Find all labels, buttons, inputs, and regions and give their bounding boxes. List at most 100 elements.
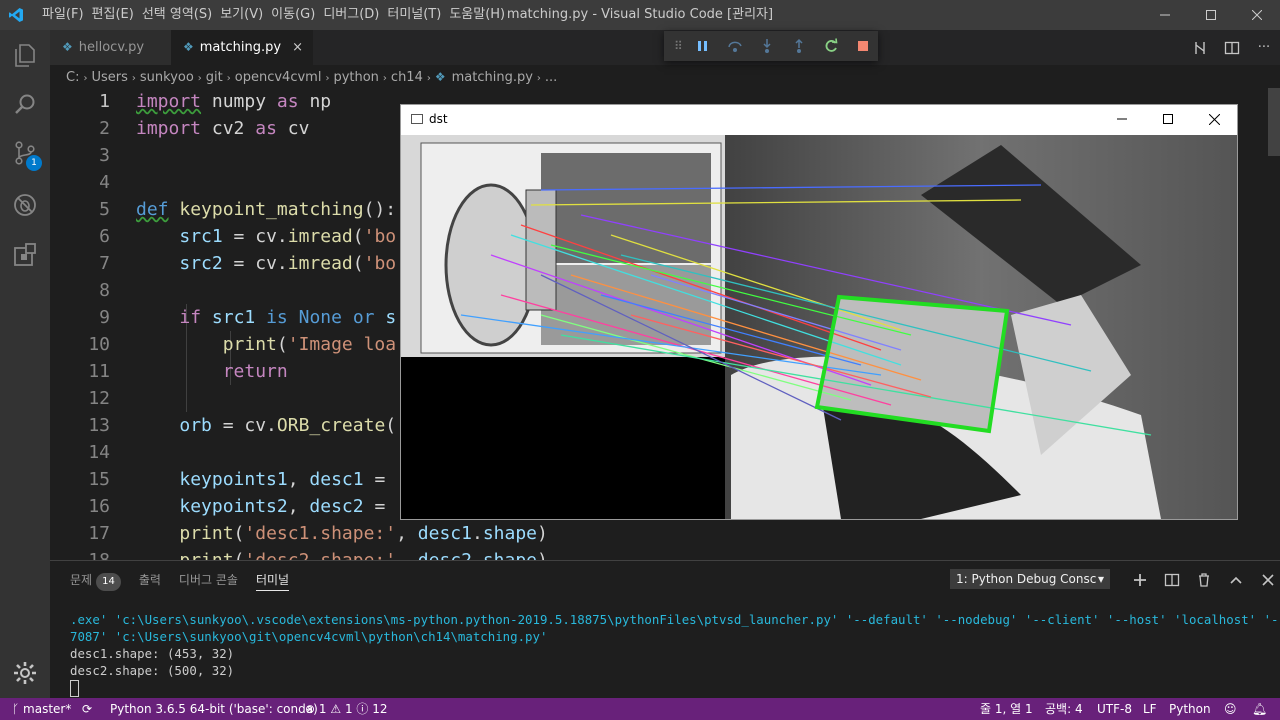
scm-badge: 1 (26, 155, 42, 171)
menu-help[interactable]: 도움말(H) (449, 0, 512, 30)
code-token: , (287, 496, 310, 517)
restart-button[interactable] (821, 36, 841, 56)
problems-count-badge: 14 (96, 573, 121, 591)
stop-button[interactable] (853, 36, 873, 56)
bottom-panel: 문제 14 출력 디버그 콘솔 터미널 1: Python Debug Consc… (50, 560, 1280, 699)
terminal-line: .exe' 'c:\Users\sunkyoo\.vscode\extensio… (70, 612, 1280, 627)
activity-bar: 1 (0, 30, 50, 698)
menu-edit[interactable]: 편집(E) (92, 0, 141, 30)
code-token: desc2 (418, 550, 472, 560)
panel-tab-problems[interactable]: 문제 14 (70, 571, 121, 591)
breadcrumb-item[interactable]: sunkyoo (140, 70, 194, 85)
editor-scrollbar[interactable] (1266, 88, 1280, 560)
trash-icon[interactable] (1188, 569, 1220, 591)
breadcrumb-item[interactable]: opencv4cvml (235, 70, 322, 85)
cursor-position[interactable]: 줄 1, 열 1 (980, 698, 1033, 720)
step-over-button[interactable] (725, 36, 745, 56)
terminal-line: desc1.shape: (453, 32) (70, 646, 235, 661)
code-token: ( (233, 523, 245, 544)
info-icon: ⓘ (356, 702, 369, 716)
split-editor-icon[interactable] (1216, 30, 1248, 65)
code-token: 'Image loa (287, 334, 397, 355)
code-token: print (179, 550, 233, 560)
code-token: = cv. (222, 226, 288, 247)
line-number: 5 (99, 199, 110, 220)
cv-maximize-button[interactable] (1145, 105, 1191, 133)
code-token: numpy (211, 91, 267, 112)
menu-selection[interactable]: 선택 영역(S) (142, 0, 219, 30)
tab-matching[interactable]: ❖ matching.py × (171, 30, 313, 65)
code-token: src1 (179, 226, 223, 247)
step-out-icon (795, 38, 803, 53)
close-icon (1208, 113, 1220, 125)
panel-tab-output[interactable]: 출력 (139, 571, 161, 591)
opencv-titlebar[interactable]: dst (401, 105, 1237, 135)
menu-debug[interactable]: 디버그(D) (323, 0, 386, 30)
menu-view[interactable]: 보기(V) (220, 0, 270, 30)
settings-gear-icon[interactable] (12, 660, 38, 686)
maximize-button[interactable] (1188, 0, 1234, 30)
breadcrumb-item[interactable]: git (206, 70, 223, 85)
close-panel-icon[interactable] (1252, 569, 1280, 591)
tab-hellocv[interactable]: ❖ hellocv.py (50, 30, 182, 65)
breadcrumb-item[interactable]: ... (545, 70, 557, 85)
cv-minimize-button[interactable] (1099, 105, 1145, 133)
terminal-select[interactable]: 1: Python Debug Consc ▾ (950, 569, 1110, 589)
pause-button[interactable] (693, 36, 713, 56)
close-button[interactable] (1234, 0, 1280, 30)
python-interpreter[interactable]: Python 3.6.5 64-bit ('base': conda) (110, 698, 318, 720)
branch-name: master* (23, 702, 72, 716)
notifications-bell-icon[interactable]: 🔔︎ (1252, 698, 1267, 720)
menu-file[interactable]: 파일(F) (42, 0, 91, 30)
panel-tab-debug-console[interactable]: 디버그 콘솔 (179, 571, 238, 591)
breadcrumb-item[interactable]: ch14 (391, 70, 423, 85)
window-app-icon (411, 114, 423, 124)
minimize-button[interactable] (1142, 0, 1188, 30)
breadcrumb-item[interactable]: C: (66, 70, 79, 85)
breadcrumb-item[interactable]: matching.py (452, 70, 533, 85)
code-token: ( (385, 415, 397, 436)
chevron-right-icon: › (83, 73, 88, 84)
info-count: 12 (372, 702, 388, 716)
explorer-icon[interactable] (12, 42, 38, 68)
debug-toolbar: ⠿ (664, 31, 878, 61)
sync-icon[interactable]: ⟳ (82, 698, 92, 720)
feedback-smiley-icon[interactable]: ☺ (1224, 698, 1237, 720)
extensions-icon[interactable] (12, 242, 38, 268)
menu-terminal[interactable]: 터미널(T) (387, 0, 448, 30)
line-ending[interactable]: LF (1143, 698, 1157, 720)
tab-close-icon[interactable]: × (292, 30, 303, 65)
encoding[interactable]: UTF-8 (1097, 698, 1132, 720)
opencv-window-title: dst (429, 112, 448, 126)
more-actions-icon[interactable]: ··· (1248, 30, 1280, 65)
menu-go[interactable]: 이동(G) (271, 0, 322, 30)
python-file-icon: ❖ (62, 40, 73, 54)
opencv-window: dst (400, 104, 1238, 520)
split-terminal-icon[interactable] (1156, 569, 1188, 591)
line-number: 3 (99, 145, 110, 166)
new-terminal-icon[interactable] (1124, 569, 1156, 591)
language-mode[interactable]: Python (1169, 698, 1211, 720)
terminal-cursor[interactable] (70, 679, 79, 697)
cv-close-button[interactable] (1191, 105, 1237, 133)
indentation[interactable]: 공백: 4 (1045, 698, 1083, 720)
drag-grip-icon[interactable]: ⠿ (674, 39, 683, 53)
panel-tab-terminal[interactable]: 터미널 (255, 571, 290, 591)
step-into-button[interactable] (757, 36, 777, 56)
search-icon[interactable] (12, 92, 38, 118)
breadcrumb-item[interactable]: Users (91, 70, 127, 85)
line-number: 10 (88, 334, 110, 355)
step-out-button[interactable] (789, 36, 809, 56)
breadcrumb-item[interactable]: python (333, 70, 378, 85)
scrollbar-thumb[interactable] (1268, 88, 1280, 156)
open-changes-icon[interactable] (1184, 30, 1216, 65)
terminal-line: 7087' 'c:\Users\sunkyoo\git\opencv4cvml\… (70, 629, 548, 644)
branch-status[interactable]: ᚴ master* (12, 698, 71, 720)
problems-status[interactable]: ⊗ 1 ⚠ 1 ⓘ 12 (305, 698, 388, 720)
code-token: as (255, 118, 277, 139)
chevron-right-icon: › (197, 73, 202, 84)
debug-icon[interactable] (12, 192, 38, 218)
chevron-down-icon: ▾ (1097, 572, 1104, 586)
code-token: ( (276, 334, 288, 355)
chevron-up-icon[interactable] (1220, 569, 1252, 591)
